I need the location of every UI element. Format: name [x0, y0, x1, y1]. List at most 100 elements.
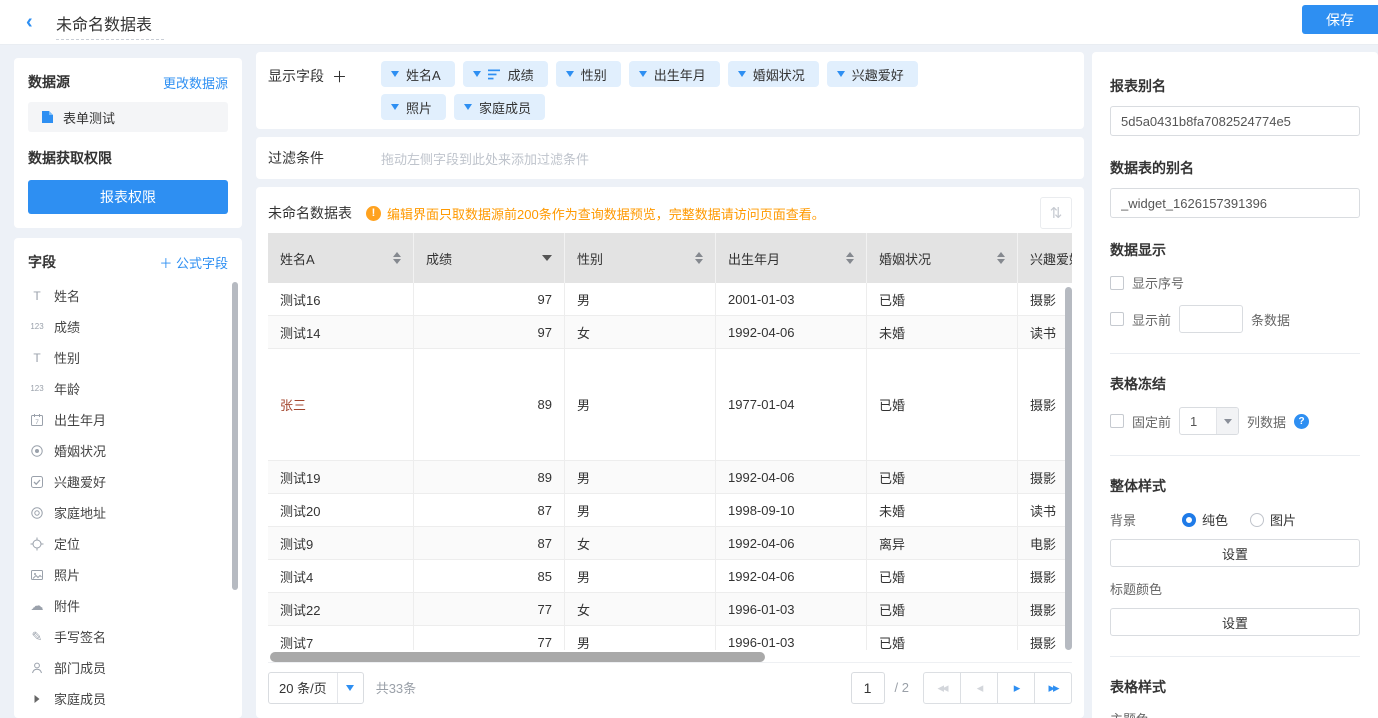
title-color-set-button[interactable]: 设置	[1110, 608, 1360, 636]
field-item[interactable]: T性别	[28, 342, 228, 373]
display-field-tag-label: 姓名A	[406, 65, 441, 84]
display-field-tag[interactable]: 性别	[556, 61, 621, 87]
field-item[interactable]: 兴趣爱好	[28, 466, 228, 497]
sort-arrows-icon[interactable]	[695, 252, 703, 264]
column-header[interactable]: 姓名A	[268, 233, 414, 283]
field-item[interactable]: 123年龄	[28, 373, 228, 404]
first-page-button[interactable]: ◂◂	[923, 672, 961, 704]
page-size-select[interactable]: 20 条/页	[268, 672, 364, 704]
sort-arrows-icon[interactable]	[997, 252, 1005, 264]
freeze-count-select[interactable]: 1	[1179, 407, 1239, 435]
table-cell: 读书	[1018, 316, 1072, 349]
table-card: 未命名数据表 ! 编辑界面只取数据源前200条作为查询数据预览，完整数据请访问页…	[256, 187, 1084, 718]
display-field-tag[interactable]: 出生年月	[629, 61, 720, 87]
add-display-field-button[interactable]: ＋	[332, 66, 347, 120]
background-label: 背景	[1110, 510, 1182, 529]
table-cell[interactable]: 张三	[268, 349, 414, 461]
next-page-button[interactable]: ▸	[997, 672, 1035, 704]
date-icon: 7	[28, 413, 46, 427]
display-field-tag[interactable]: 婚姻状况	[728, 61, 819, 87]
table-cell: 77	[414, 626, 565, 650]
top-bar: ‹ 未命名数据表 保存	[0, 0, 1378, 45]
table-cell: 测试20	[268, 494, 414, 527]
table-cell: 未婚	[867, 316, 1018, 349]
field-item[interactable]: 婚姻状况	[28, 435, 228, 466]
display-field-tag[interactable]: 照片	[381, 94, 446, 120]
table-cell: 1992-04-06	[716, 316, 867, 349]
row-height-toggle-button[interactable]: ⇅	[1040, 197, 1072, 229]
column-header-label: 兴趣爱好	[1030, 249, 1072, 268]
display-field-tag[interactable]: 家庭成员	[454, 94, 545, 120]
field-item[interactable]: 家庭成员	[28, 683, 228, 714]
table-row: 测试1989男1992-04-06已婚摄影	[268, 461, 1072, 494]
page-title[interactable]: 未命名数据表	[56, 11, 164, 40]
fields-scrollbar[interactable]	[232, 282, 238, 590]
field-item[interactable]: ☁附件	[28, 590, 228, 621]
last-page-button[interactable]: ▸▸	[1034, 672, 1072, 704]
radio-selected-icon	[1182, 513, 1196, 527]
field-item-label: 家庭地址	[54, 503, 106, 522]
freeze-checkbox[interactable]	[1110, 414, 1124, 428]
prev-page-button[interactable]: ◂	[960, 672, 998, 704]
datasource-item[interactable]: 表单测试	[28, 102, 228, 132]
display-field-tag[interactable]: 兴趣爱好	[827, 61, 918, 87]
table-alias-input[interactable]	[1110, 188, 1360, 218]
horizontal-scrollbar[interactable]	[270, 652, 765, 662]
field-item[interactable]: 家庭地址	[28, 497, 228, 528]
help-icon[interactable]: ?	[1294, 414, 1309, 429]
display-fields-card: 显示字段 ＋ 姓名A成绩性别出生年月婚姻状况兴趣爱好照片家庭成员	[256, 52, 1084, 129]
chevron-down-icon	[738, 71, 746, 77]
column-header[interactable]: 出生年月	[716, 233, 867, 283]
display-field-tag-label: 出生年月	[654, 65, 706, 84]
table-notice-text: 编辑界面只取数据源前200条作为查询数据预览，完整数据请访问页面查看。	[387, 204, 825, 223]
field-item[interactable]: 照片	[28, 559, 228, 590]
show-first-checkbox[interactable]	[1110, 312, 1124, 326]
signature-icon: ✎	[28, 629, 46, 645]
field-item[interactable]: T姓名	[28, 280, 228, 311]
save-button[interactable]: 保存	[1302, 5, 1378, 34]
field-item-label: 年龄	[54, 379, 80, 398]
sort-arrows-icon[interactable]	[846, 252, 854, 264]
display-field-tags: 姓名A 成绩性别 出生年月 婚姻状况兴趣爱好照片家庭成员	[381, 61, 918, 120]
column-header[interactable]: 婚姻状况	[867, 233, 1018, 283]
field-item-label: 成绩	[54, 317, 80, 336]
report-alias-input[interactable]	[1110, 106, 1360, 136]
column-header[interactable]: 性别	[565, 233, 716, 283]
sort-asc-icon	[695, 252, 703, 257]
sort-arrows-icon[interactable]	[393, 252, 401, 264]
chevron-down-icon	[1216, 408, 1238, 434]
table-cell: 77	[414, 593, 565, 626]
show-index-checkbox[interactable]	[1110, 276, 1124, 290]
radio-unselected-icon	[1250, 513, 1264, 527]
table-cell: 摄影	[1018, 626, 1072, 650]
chevron-down-icon	[391, 71, 399, 77]
field-item[interactable]: 123成绩	[28, 311, 228, 342]
image-icon	[28, 568, 46, 582]
field-item[interactable]: 定位	[28, 528, 228, 559]
page-number-input[interactable]: 1	[851, 672, 885, 704]
filter-dropzone[interactable]: 拖动左侧字段到此处来添加过滤条件	[381, 149, 589, 168]
display-field-tag[interactable]: 成绩	[463, 61, 548, 87]
sort-desc-icon[interactable]	[542, 255, 552, 261]
table-vertical-scrollbar[interactable]	[1065, 287, 1072, 650]
image-bg-radio[interactable]: 图片	[1250, 510, 1296, 529]
field-item-label: 手写签名	[54, 627, 106, 646]
field-item[interactable]: 7出生年月	[28, 404, 228, 435]
field-item[interactable]: 部门成员	[28, 652, 228, 683]
field-item[interactable]: ✎ 手写签名	[28, 621, 228, 652]
column-header[interactable]: 兴趣爱好	[1018, 233, 1072, 283]
display-field-tag[interactable]: 姓名A	[381, 61, 455, 87]
table-cell: 测试22	[268, 593, 414, 626]
fields-title: 字段	[28, 252, 56, 272]
report-permission-button[interactable]: 报表权限	[28, 180, 228, 214]
change-datasource-link[interactable]: 更改数据源	[163, 73, 228, 92]
chevron-down-icon	[639, 71, 647, 77]
row-limit-input[interactable]	[1179, 305, 1243, 333]
add-formula-field-link[interactable]: ＋ 公式字段	[159, 253, 228, 272]
datasource-card: 数据源 更改数据源 表单测试 数据获取权限 报表权限	[14, 58, 242, 228]
back-icon[interactable]: ‹	[26, 10, 33, 34]
chevron-down-icon	[391, 104, 399, 110]
column-header[interactable]: 成绩	[414, 233, 565, 283]
solid-color-radio[interactable]: 纯色	[1182, 510, 1228, 529]
background-set-button[interactable]: 设置	[1110, 539, 1360, 567]
